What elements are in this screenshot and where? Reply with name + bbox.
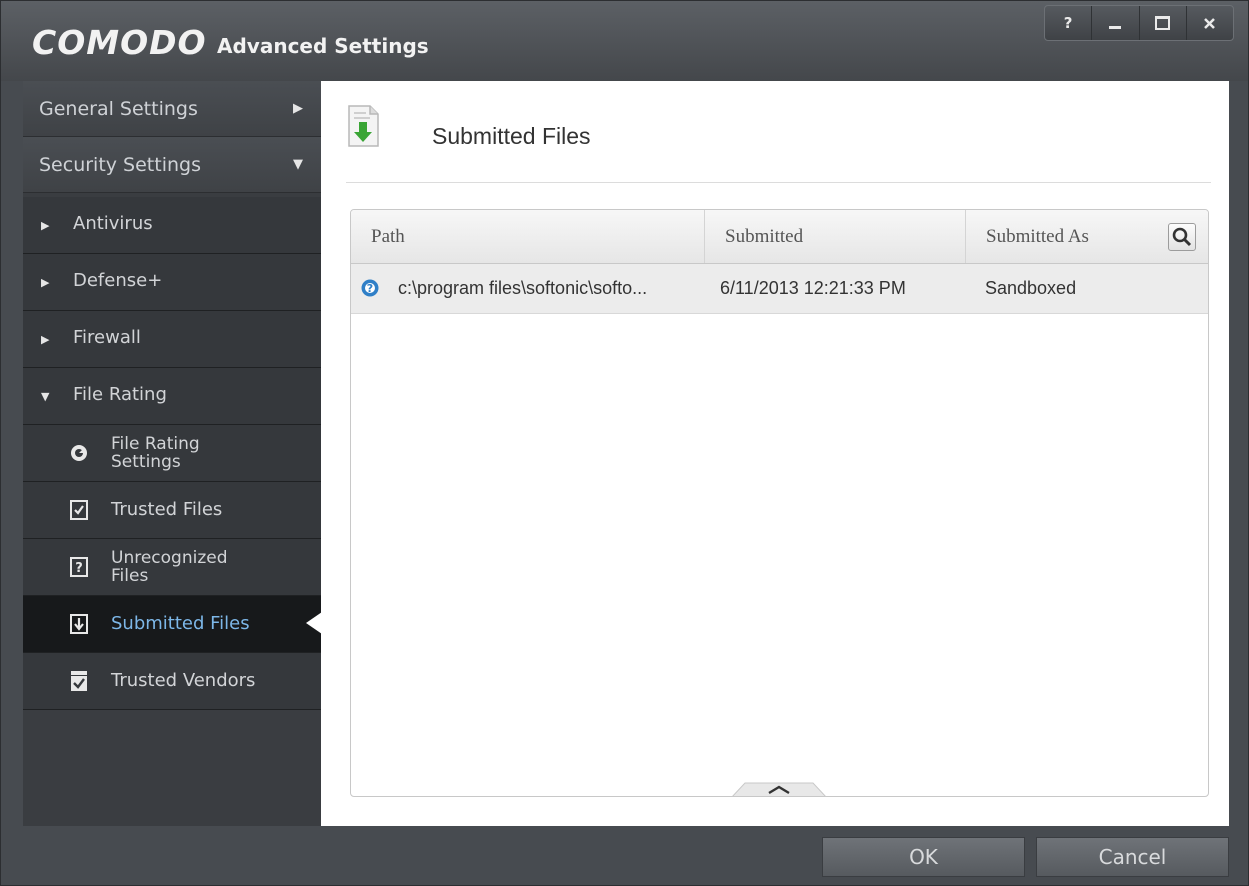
expand-arrow-icon: ▶ — [41, 276, 50, 289]
sidebar-item-defense-plus[interactable]: ▶ Defense+ — [23, 254, 321, 311]
active-pointer-icon — [306, 612, 322, 634]
submitted-files-table: Path Submitted Submitted As ? c:\program… — [350, 209, 1209, 797]
svg-text:?: ? — [75, 561, 83, 576]
expand-arrow-icon: ▶ — [41, 333, 50, 346]
sidebar-group-label: General Settings — [39, 98, 198, 120]
sidebar-item-submitted-files[interactable]: Submitted Files — [23, 596, 322, 653]
sidebar-group-security-settings[interactable]: Security Settings ▼ — [23, 137, 321, 193]
minimize-icon — [1109, 25, 1122, 29]
cell-submitted: 6/11/2013 12:21:33 PM — [720, 278, 906, 298]
sidebar: General Settings ▶ Security Settings ▼ ▶… — [23, 81, 322, 826]
sidebar-item-label: Submitted Files — [111, 613, 250, 634]
sidebar-group-label: Security Settings — [39, 154, 201, 176]
comodo-logo: COMODO — [32, 23, 207, 62]
cell-submitted-as: Sandboxed — [985, 278, 1077, 298]
checkbox-file-icon — [70, 500, 88, 520]
svg-text:?: ? — [367, 282, 373, 295]
maximize-button[interactable] — [1140, 6, 1187, 40]
table-row[interactable]: ? c:\program files\softonic\softo... 6/1… — [351, 264, 1208, 314]
chevron-right-icon: ▶ — [293, 101, 303, 116]
sidebar-group-general-settings[interactable]: General Settings ▶ — [23, 81, 321, 137]
column-header-submitted[interactable]: Submitted — [705, 210, 966, 263]
submitted-files-icon — [348, 105, 379, 147]
sidebar-item-trusted-vendors[interactable]: Trusted Vendors — [23, 653, 321, 710]
sidebar-item-label-line2: Settings — [111, 452, 181, 472]
page-title: Submitted Files — [432, 123, 591, 149]
question-file-icon: ? — [70, 557, 88, 577]
sidebar-item-label: Defense+ — [73, 270, 163, 291]
sidebar-item-file-rating[interactable]: ▼ File Rating — [23, 368, 321, 425]
sidebar-item-label: Trusted Vendors — [111, 670, 256, 691]
collapse-arrow-icon: ▼ — [41, 390, 50, 403]
column-header-path[interactable]: Path — [351, 210, 705, 263]
sidebar-item-unrecognized-files[interactable]: ? Unrecognized Files — [23, 539, 321, 596]
search-icon — [1172, 227, 1192, 247]
cell-path: c:\program files\softonic\softo... — [398, 278, 648, 298]
expand-arrow-icon: ▶ — [41, 219, 50, 232]
header-divider — [346, 182, 1211, 183]
sidebar-item-label-line2: Files — [111, 566, 149, 586]
advanced-settings-window: COMODO Advanced Settings ? General Setti… — [0, 0, 1249, 886]
close-button[interactable] — [1187, 6, 1233, 40]
sidebar-item-trusted-files[interactable]: Trusted Files — [23, 482, 321, 539]
sidebar-item-label: Firewall — [73, 327, 141, 348]
download-file-icon — [70, 614, 88, 634]
sidebar-item-antivirus[interactable]: ▶ Antivirus — [23, 197, 321, 254]
help-button[interactable]: ? — [1045, 6, 1093, 40]
ok-button[interactable]: OK — [822, 837, 1025, 877]
sidebar-item-file-rating-settings[interactable]: File Rating Settings — [23, 425, 321, 482]
title-bar[interactable]: COMODO Advanced Settings ? — [1, 1, 1248, 81]
window-controls: ? — [1044, 5, 1234, 41]
table-search-button[interactable] — [1168, 223, 1196, 251]
sidebar-item-label: Antivirus — [73, 213, 153, 234]
minimize-button[interactable] — [1092, 6, 1140, 40]
maximize-icon — [1155, 16, 1171, 30]
close-icon — [1204, 17, 1216, 29]
sidebar-item-label: Trusted Files — [111, 499, 223, 520]
sandbox-file-icon: ? — [361, 279, 379, 297]
sidebar-item-label-line1: Unrecognized — [111, 548, 228, 568]
chevron-down-icon: ▼ — [293, 157, 303, 172]
sidebar-item-label-line1: File Rating — [111, 434, 200, 454]
footer-bar: OK Cancel — [1, 826, 1248, 885]
sidebar-item-label: File Rating — [73, 384, 167, 405]
window-title: Advanced Settings — [217, 34, 429, 58]
main-panel: Submitted Files Path Submitted Submitted… — [321, 81, 1229, 826]
rating-dial-icon — [71, 445, 87, 461]
sidebar-item-firewall[interactable]: ▶ Firewall — [23, 311, 321, 368]
vendor-check-icon — [71, 671, 87, 691]
table-header: Path Submitted Submitted As — [351, 210, 1208, 264]
cancel-button[interactable]: Cancel — [1036, 837, 1229, 877]
collapse-panel-button[interactable] — [731, 782, 827, 797]
